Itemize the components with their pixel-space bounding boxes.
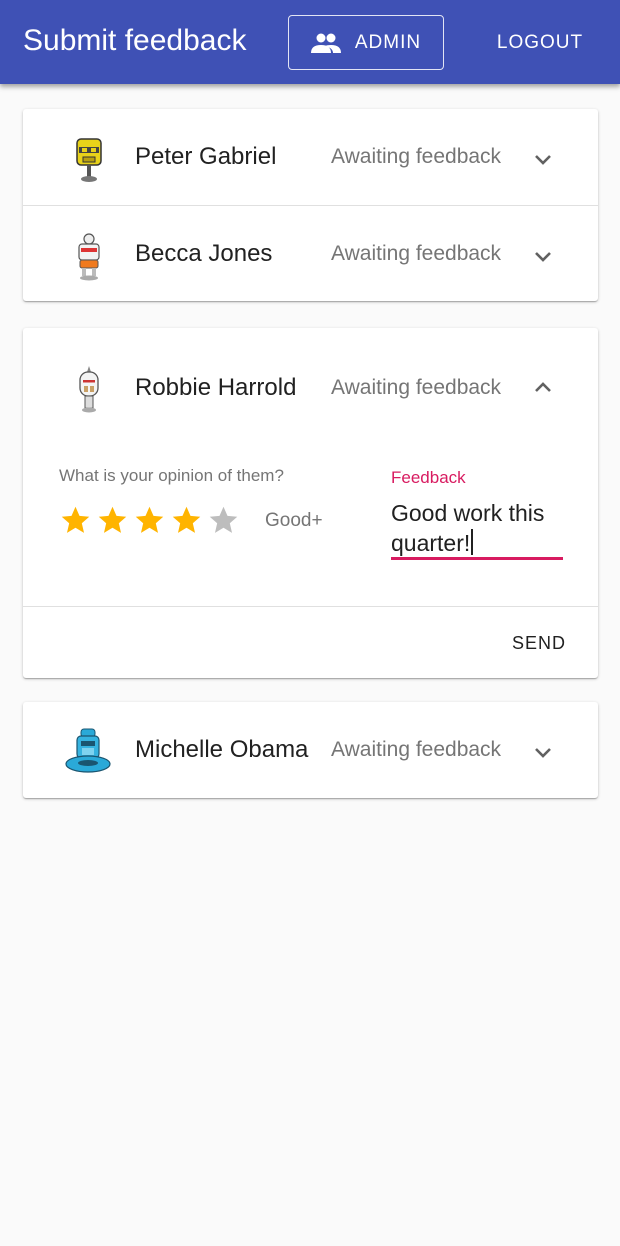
text-caret (471, 529, 473, 555)
feedback-card-expanded: Robbie Harrold Awaiting feedback What is… (23, 328, 598, 678)
status-text: Awaiting feedback (331, 738, 502, 761)
feedback-textarea-value: Good work this quarter! (391, 500, 545, 556)
rating-label: Good+ (265, 510, 323, 531)
status-text: Awaiting feedback (331, 145, 502, 168)
person-name: Becca Jones (135, 240, 273, 267)
send-button[interactable]: SEND (504, 621, 574, 665)
page-title: Submit feedback (23, 24, 247, 57)
person-row-peter[interactable]: Peter Gabriel Awaiting feedback (23, 109, 598, 205)
chevron-down-icon[interactable] (531, 244, 555, 268)
star-icon[interactable] (133, 504, 166, 537)
person-row-michelle[interactable]: Michelle Obama Awaiting feedback (23, 702, 598, 798)
white-robot-avatar (67, 364, 111, 414)
feedback-card-group-1: Peter Gabriel Awaiting feedback Becca Jo… (23, 109, 598, 301)
person-row-robbie[interactable]: Robbie Harrold Awaiting feedback (23, 328, 598, 448)
feedback-card-group-2: Michelle Obama Awaiting feedback (23, 702, 598, 798)
star-icon[interactable] (96, 504, 129, 537)
admin-button-label: ADMIN (354, 31, 422, 53)
white-orange-robot-avatar (67, 232, 111, 282)
person-name: Michelle Obama (135, 736, 309, 763)
feedback-textarea[interactable]: Good work this quarter! (391, 498, 563, 560)
feedback-field-label: Feedback (391, 468, 466, 487)
person-row-becca[interactable]: Becca Jones Awaiting feedback (23, 205, 598, 301)
status-text: Awaiting feedback (331, 376, 502, 399)
blue-robot-avatar (65, 728, 111, 778)
logout-button[interactable]: LOGOUT (480, 15, 600, 70)
form-actions: SEND (23, 606, 598, 678)
yellow-robot-avatar (67, 135, 111, 185)
app-bar: Submit feedback ADMIN LOGOUT (0, 0, 620, 84)
person-name: Robbie Harrold (135, 374, 297, 401)
people-icon (310, 33, 341, 53)
admin-button[interactable]: ADMIN (288, 15, 444, 70)
star-icon[interactable] (59, 504, 92, 537)
feedback-form: What is your opinion of them? Good+ Feed… (23, 448, 598, 606)
person-name: Peter Gabriel (135, 143, 277, 170)
status-text: Awaiting feedback (331, 242, 502, 265)
star-rating[interactable] (59, 504, 240, 537)
chevron-down-icon[interactable] (531, 147, 555, 171)
star-icon[interactable] (207, 504, 240, 537)
rating-question: What is your opinion of them? (59, 466, 284, 485)
chevron-down-icon[interactable] (531, 740, 555, 764)
chevron-up-icon[interactable] (531, 376, 555, 400)
star-icon[interactable] (170, 504, 203, 537)
